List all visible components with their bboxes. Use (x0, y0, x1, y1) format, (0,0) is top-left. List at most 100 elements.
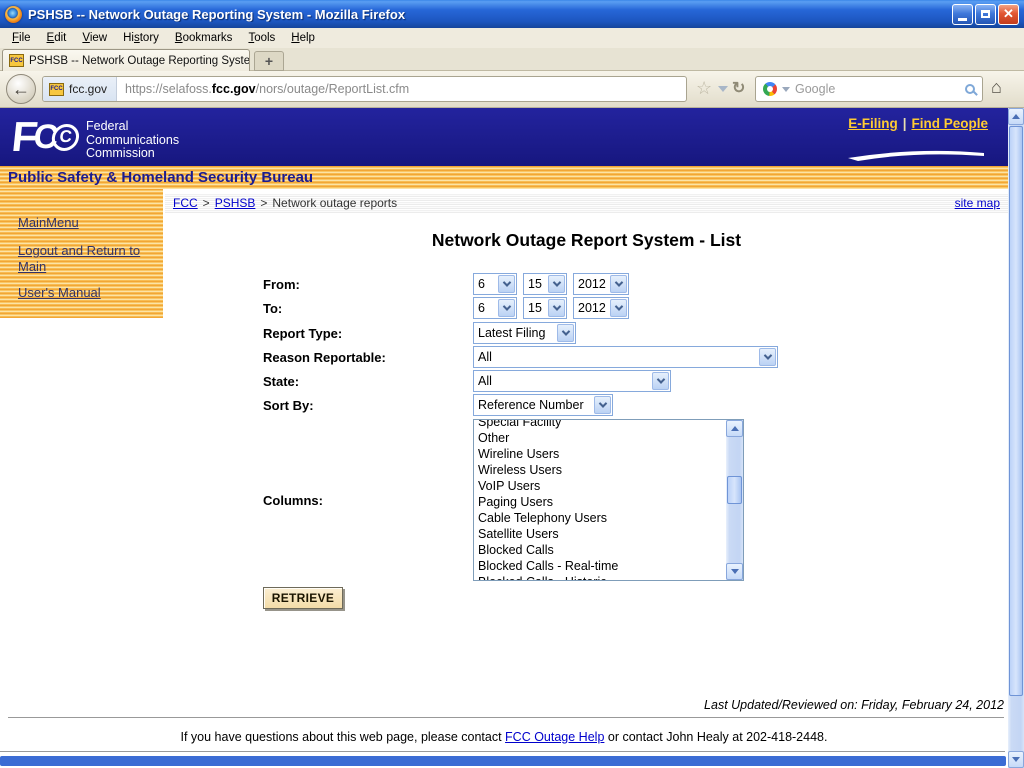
tab-strip: FCC PSHSB -- Network Outage Reporting Sy… (0, 48, 1024, 71)
select-value: 15 (524, 301, 547, 315)
reason-reportable-select[interactable]: All (473, 346, 778, 368)
menu-label-part: elp (300, 32, 315, 44)
dropdown-arrow-icon[interactable] (610, 299, 627, 317)
select-value: 15 (524, 277, 547, 291)
select-value: Latest Filing (474, 326, 556, 340)
home-button[interactable]: ⌂ (991, 77, 1002, 98)
window-titlebar: PSHSB -- Network Outage Reporting System… (0, 0, 1024, 28)
dropdown-arrow-icon[interactable] (652, 372, 669, 390)
sidebar-item-logout[interactable]: Logout and Return to Main (18, 243, 144, 275)
firefox-icon (5, 6, 22, 23)
dropdown-arrow-icon[interactable] (498, 275, 515, 293)
menu-help[interactable]: Help (283, 30, 323, 46)
url-bar[interactable]: FCC fcc.gov https://selafoss.fcc.gov/nor… (42, 76, 687, 102)
retrieve-button[interactable]: RETRIEVE (263, 587, 343, 609)
from-month-select[interactable]: 6 (473, 273, 517, 295)
sidebar: MainMenu Logout and Return to Main User'… (0, 189, 163, 318)
search-bar[interactable]: Google (755, 76, 983, 102)
org-line: Communications (86, 134, 179, 148)
menu-bookmarks[interactable]: Bookmarks (167, 30, 241, 46)
sidebar-item-users-manual[interactable]: User's Manual (18, 285, 153, 301)
scroll-down-button[interactable] (726, 563, 743, 580)
org-line: Commission (86, 147, 179, 161)
to-month-select[interactable]: 6 (473, 297, 517, 319)
search-engine-dropdown-icon[interactable] (782, 87, 790, 92)
scrollbar-thumb[interactable] (1009, 126, 1023, 696)
report-type-label: Report Type: (263, 326, 342, 341)
columns-option[interactable]: VoIP Users (474, 478, 726, 494)
navigation-toolbar: ← FCC fcc.gov https://selafoss.fcc.gov/n… (0, 71, 1024, 108)
page-title: Network Outage Report System - List (165, 230, 1008, 251)
select-value: 6 (474, 277, 497, 291)
google-search-engine-icon[interactable] (763, 82, 777, 96)
breadcrumb-pshsb-link[interactable]: PSHSB (215, 196, 256, 210)
menu-view[interactable]: View (74, 30, 115, 46)
site-identity-chip[interactable]: FCC fcc.gov (43, 77, 117, 101)
efiling-link[interactable]: E-Filing (848, 116, 898, 131)
sidebar-item-mainmenu[interactable]: MainMenu (18, 215, 153, 231)
scroll-down-button[interactable] (1008, 751, 1024, 768)
columns-option[interactable]: Special Facility (474, 419, 726, 430)
back-button[interactable]: ← (6, 74, 36, 104)
find-people-link[interactable]: Find People (911, 116, 988, 131)
menu-file[interactable]: File (4, 30, 39, 46)
state-select[interactable]: All (473, 370, 671, 392)
listbox-scrollbar[interactable] (726, 420, 743, 580)
minimize-button[interactable] (952, 4, 973, 25)
scrollbar-thumb[interactable] (727, 476, 742, 504)
search-magnifier-icon[interactable] (965, 84, 975, 94)
sort-by-select[interactable]: Reference Number (473, 394, 613, 416)
scroll-up-button[interactable] (1008, 108, 1024, 125)
columns-option[interactable]: Satellite Users (474, 526, 726, 542)
to-day-select[interactable]: 15 (523, 297, 567, 319)
org-line: Federal (86, 120, 179, 134)
columns-option[interactable]: Wireline Users (474, 446, 726, 462)
tab-pshsb[interactable]: FCC PSHSB -- Network Outage Reporting Sy… (2, 49, 250, 71)
reason-reportable-label: Reason Reportable: (263, 350, 386, 365)
columns-option[interactable]: Paging Users (474, 494, 726, 510)
from-year-select[interactable]: 2012 (573, 273, 629, 295)
menu-tools[interactable]: Tools (240, 30, 283, 46)
select-value: 6 (474, 301, 497, 315)
fcc-outage-help-link[interactable]: FCC Outage Help (505, 730, 604, 744)
minimize-icon (958, 18, 967, 21)
dropdown-arrow-icon[interactable] (498, 299, 515, 317)
dropdown-arrow-icon[interactable] (610, 275, 627, 293)
window-title: PSHSB -- Network Outage Reporting System… (28, 7, 952, 22)
columns-listbox[interactable]: Special Facility Other Wireline Users Wi… (473, 419, 744, 581)
close-button[interactable]: ✕ (998, 4, 1019, 25)
columns-option[interactable]: Blocked Calls (474, 542, 726, 558)
dropdown-arrow-icon[interactable] (548, 299, 565, 317)
report-type-select[interactable]: Latest Filing (473, 322, 576, 344)
menu-label-part: dit (54, 32, 66, 44)
search-input[interactable]: Google (795, 82, 960, 96)
columns-option[interactable]: Wireless Users (474, 462, 726, 478)
new-tab-button[interactable]: + (254, 51, 284, 71)
bookmark-star-icon[interactable]: ☆ (696, 78, 712, 98)
url-domain: fcc.gov (212, 82, 256, 96)
columns-option[interactable]: Blocked Calls - Real-time (474, 558, 726, 574)
history-dropdown-icon[interactable] (718, 86, 728, 92)
reload-icon[interactable]: ↻ (732, 78, 745, 98)
menu-edit[interactable]: Edit (39, 30, 75, 46)
to-year-select[interactable]: 2012 (573, 297, 629, 319)
columns-option[interactable]: Blocked Calls - Historic (474, 574, 726, 581)
sort-by-label: Sort By: (263, 398, 314, 413)
columns-option[interactable]: Other (474, 430, 726, 446)
columns-option[interactable]: Cable Telephony Users (474, 510, 726, 526)
dropdown-arrow-icon[interactable] (548, 275, 565, 293)
dropdown-arrow-icon[interactable] (759, 348, 776, 366)
fcc-org-name: Federal Communications Commission (86, 120, 179, 161)
from-day-select[interactable]: 15 (523, 273, 567, 295)
page-scrollbar[interactable] (1008, 108, 1024, 768)
breadcrumb-fcc-link[interactable]: FCC (173, 196, 198, 210)
select-value: All (474, 350, 758, 364)
from-label: From: (263, 277, 300, 292)
site-map-link[interactable]: site map (955, 196, 1000, 210)
dropdown-arrow-icon[interactable] (594, 396, 611, 414)
restore-button[interactable] (975, 4, 996, 25)
dropdown-arrow-icon[interactable] (557, 324, 574, 342)
scroll-up-button[interactable] (726, 420, 743, 437)
menu-label-part: tory (140, 32, 159, 44)
menu-history[interactable]: History (115, 30, 167, 46)
